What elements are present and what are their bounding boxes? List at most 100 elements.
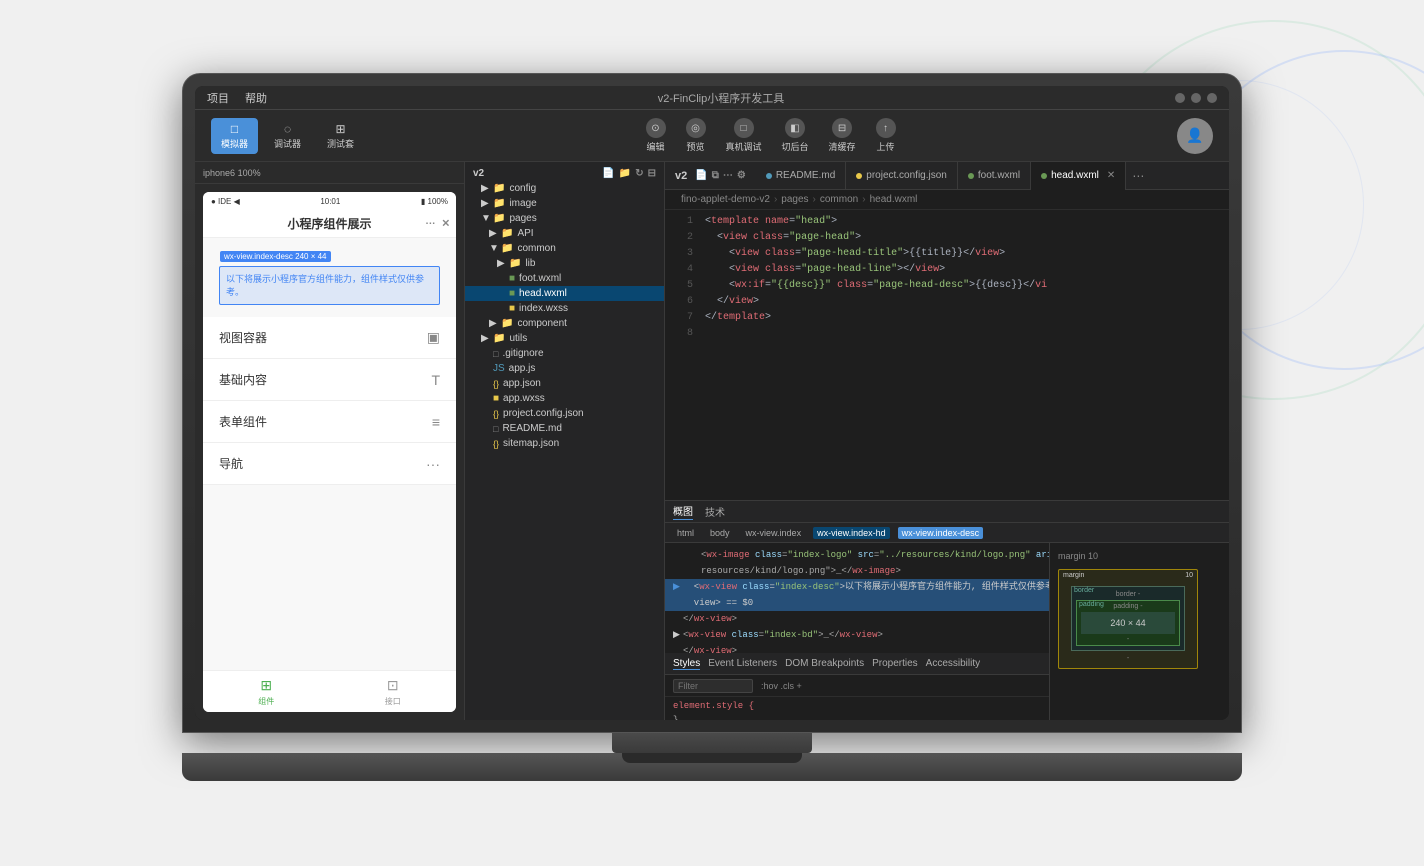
- tab-readme[interactable]: README.md: [756, 162, 846, 190]
- tab-footwxml[interactable]: foot.wxml: [958, 162, 1031, 190]
- code-line-8: 8: [665, 326, 1229, 342]
- tab-close-headwxml[interactable]: ✕: [1107, 170, 1115, 181]
- sim-menu-item-3[interactable]: 导航 ···: [203, 443, 456, 485]
- tree-label-sitemapjson: sitemap.json: [503, 438, 559, 449]
- new-file-icon[interactable]: 📄: [602, 168, 614, 179]
- styles-tab-access[interactable]: Accessibility: [926, 658, 980, 669]
- code-editor[interactable]: 1 <template name="head"> 2 <view class="…: [665, 210, 1229, 500]
- tree-item-sitemapjson[interactable]: {} sitemap.json: [465, 436, 664, 451]
- action-clear-cache[interactable]: ⊟ 清缓存: [829, 118, 856, 153]
- styles-tab-props[interactable]: Properties: [872, 658, 918, 669]
- styles-tab-styles[interactable]: Styles: [673, 658, 700, 670]
- filter-input[interactable]: [673, 679, 753, 693]
- user-avatar[interactable]: 👤: [1177, 118, 1213, 154]
- action-edit[interactable]: ⊙ 编辑: [646, 118, 666, 153]
- styles-tab-event[interactable]: Event Listeners: [708, 658, 777, 669]
- tree-item-projectconfigjson[interactable]: {} project.config.json: [465, 406, 664, 421]
- folder-icon-api: 📁: [501, 228, 513, 239]
- action-background[interactable]: ◧ 切后台: [782, 118, 809, 153]
- edit-icon: ⊙: [646, 118, 666, 138]
- arrow-common: ▼: [489, 245, 497, 253]
- laptop-stand: [612, 733, 812, 753]
- action-preview[interactable]: ◎ 预览: [686, 118, 706, 153]
- styles-tab-dom[interactable]: DOM Breakpoints: [785, 658, 864, 669]
- sim-nav-api[interactable]: ⊡ 接口: [385, 677, 401, 707]
- toolbar-debug-btn[interactable]: ◌ 调试器: [264, 118, 311, 154]
- sim-bottom-nav: ⊞ 组件 ⊡ 接口: [203, 670, 456, 712]
- tree-item-appjson[interactable]: {} app.json: [465, 376, 664, 391]
- v2-name: v2: [675, 170, 687, 182]
- tree-item-gitignore[interactable]: □ .gitignore: [465, 346, 664, 361]
- action-upload[interactable]: ↑ 上传: [876, 118, 896, 153]
- sim-app-title: 小程序组件展示: [287, 215, 371, 232]
- sim-screen: ● IDE ◀ 10:01 ▮ 100% 小程序组件展示 ··· ✕: [203, 192, 456, 712]
- tree-item-head-wxml[interactable]: ■ head.wxml: [465, 286, 664, 301]
- tree-item-pages[interactable]: ▼ 📁 pages: [465, 211, 664, 226]
- box-margin-label: margin: [1063, 572, 1084, 579]
- tree-item-utils[interactable]: ▶ 📁 utils: [465, 331, 664, 346]
- elem-tag-wxview-index[interactable]: wx-view.index: [742, 527, 806, 539]
- tree-item-config[interactable]: ▶ 📁 config: [465, 181, 664, 196]
- tree-item-foot-wxml[interactable]: ■ foot.wxml: [465, 271, 664, 286]
- action-device-debug[interactable]: □ 真机调试: [726, 118, 762, 153]
- breadcrumb-sep-2: ›: [862, 194, 865, 205]
- tab-headwxml[interactable]: head.wxml ✕: [1031, 162, 1126, 190]
- toolbar-test-btn[interactable]: ⊞ 测试套: [317, 118, 364, 154]
- code-content-4: <view class="page-head-line"></view>: [705, 262, 1221, 278]
- toolbar-simulator-btn[interactable]: □ 模拟器: [211, 118, 258, 154]
- menu-item-help[interactable]: 帮助: [245, 90, 267, 106]
- tree-actions: 📄 📁 ↻ ⊟: [602, 168, 656, 179]
- minimize-btn[interactable]: [1175, 93, 1185, 103]
- sim-menu-item-1[interactable]: 基础内容 T: [203, 359, 456, 401]
- folder-icon-image: 📁: [493, 198, 505, 209]
- elem-tag-wxview-index-desc[interactable]: wx-view.index-desc: [898, 527, 984, 539]
- elem-tag-html[interactable]: html: [673, 527, 698, 539]
- settings-icon[interactable]: ⚙: [737, 170, 746, 181]
- tab-projectconfig[interactable]: project.config.json: [846, 162, 958, 190]
- code-content-6: </view>: [705, 294, 1221, 310]
- css-block-element-style: element.style { }: [665, 697, 1049, 720]
- bottom-code-content-5: <wx-view class="index-bd">_</wx-view>: [683, 627, 883, 643]
- tree-item-readme[interactable]: □ README.md: [465, 421, 664, 436]
- tree-item-lib[interactable]: ▶ 📁 lib: [465, 256, 664, 271]
- box-model-label: margin 10: [1058, 551, 1221, 561]
- more-icon[interactable]: ⋯: [723, 170, 733, 181]
- split-icon[interactable]: ⧉: [712, 170, 719, 181]
- sim-highlight-element: wx-view.index-desc 240 × 44 以下将展示小程序官方组件…: [219, 266, 440, 305]
- breadcrumb-bar: fino-applet-demo-v2 › pages › common › h…: [665, 190, 1229, 210]
- maximize-btn[interactable]: [1191, 93, 1201, 103]
- toolbar-left: □ 模拟器 ◌ 调试器 ⊞ 测试套: [211, 118, 364, 154]
- sim-nav-component[interactable]: ⊞ 组件: [258, 677, 274, 707]
- box-padding-label: padding: [1079, 601, 1104, 608]
- sim-close-icon[interactable]: ✕: [442, 218, 450, 229]
- elem-tag-wxview-index-hd[interactable]: wx-view.index-hd: [813, 527, 890, 539]
- tree-item-appwxss[interactable]: ■ app.wxss: [465, 391, 664, 406]
- sim-menu-icon[interactable]: ···: [426, 218, 436, 229]
- tabs-more-btn[interactable]: ⋯: [1126, 169, 1150, 183]
- breadcrumb-2: common: [820, 194, 858, 205]
- tree-item-common[interactable]: ▼ 📁 common: [465, 241, 664, 256]
- refresh-icon[interactable]: ↻: [635, 168, 643, 179]
- toolbar: □ 模拟器 ◌ 调试器 ⊞ 测试套: [195, 110, 1229, 162]
- bottom-tab-overview[interactable]: 概图: [673, 503, 693, 520]
- tab-dot-footwxml: [968, 173, 974, 179]
- tree-item-api[interactable]: ▶ 📁 API: [465, 226, 664, 241]
- tree-item-appjs[interactable]: JS app.js: [465, 361, 664, 376]
- collapse-icon[interactable]: ⊟: [648, 168, 656, 179]
- folder-icon-component: 📁: [501, 318, 513, 329]
- tree-item-index-wxss[interactable]: ■ index.wxss: [465, 301, 664, 316]
- close-btn[interactable]: [1207, 93, 1217, 103]
- main-content: iphone6 100% ● IDE ◀ 10:01 ▮ 100%: [195, 162, 1229, 720]
- menu-item-project[interactable]: 项目: [207, 90, 229, 106]
- elem-tag-body[interactable]: body: [706, 527, 734, 539]
- tree-item-component[interactable]: ▶ 📁 component: [465, 316, 664, 331]
- sim-nav-component-icon: ⊞: [260, 677, 272, 694]
- sim-menu-icon-0: ▣: [427, 329, 440, 346]
- sim-menu-item-0[interactable]: 视图容器 ▣: [203, 317, 456, 359]
- bottom-tab-tech[interactable]: 技术: [705, 504, 725, 520]
- new-folder-icon[interactable]: 📁: [619, 168, 631, 179]
- arrow-config: ▶: [481, 185, 489, 193]
- sim-menu-item-2[interactable]: 表单组件 ≡: [203, 401, 456, 443]
- new-file-tab-icon[interactable]: 📄: [695, 170, 707, 181]
- tree-item-image[interactable]: ▶ 📁 image: [465, 196, 664, 211]
